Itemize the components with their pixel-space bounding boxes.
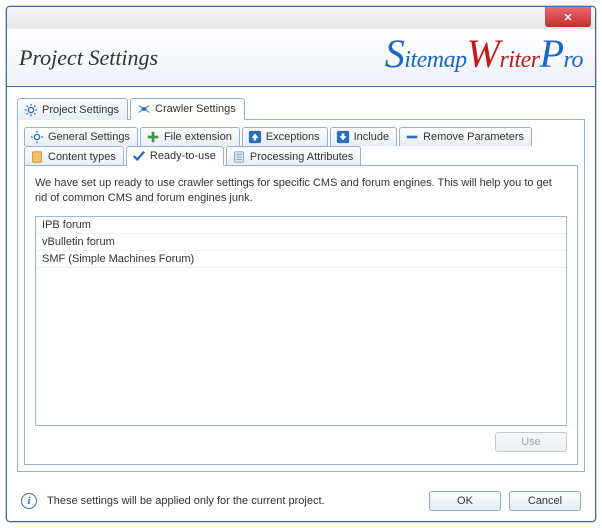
tab-label: File extension xyxy=(164,131,232,143)
spider-icon xyxy=(137,102,151,116)
footer-note: These settings will be applied only for … xyxy=(47,495,419,507)
inner-tab-row-1: General Settings File extension Exceptio… xyxy=(24,126,578,145)
tab-label: Include xyxy=(354,131,389,143)
tab-include[interactable]: Include xyxy=(330,127,397,146)
window-frame: ✕ Project Settings Sitemap Writer Pro Pr… xyxy=(6,6,596,522)
document-icon xyxy=(30,150,44,164)
info-icon: i xyxy=(21,493,37,509)
plus-icon xyxy=(146,130,160,144)
engine-listbox[interactable]: IPB forum vBulletin forum SMF (Simple Ma… xyxy=(35,216,567,426)
header: Project Settings Sitemap Writer Pro xyxy=(7,29,595,87)
ok-button[interactable]: OK xyxy=(429,491,501,511)
tab-label: General Settings xyxy=(48,131,130,143)
list-item[interactable]: IPB forum xyxy=(36,217,566,234)
tab-label: Ready-to-use xyxy=(150,150,216,162)
outer-tabs: Project Settings Crawler Settings Genera… xyxy=(17,97,585,472)
titlebar: ✕ xyxy=(7,7,595,29)
tab-remove-parameters[interactable]: Remove Parameters xyxy=(399,127,532,146)
use-button-row: Use xyxy=(35,432,567,452)
list-item[interactable]: SMF (Simple Machines Forum) xyxy=(36,251,566,268)
arrow-up-icon xyxy=(248,130,262,144)
tab-label: Remove Parameters xyxy=(423,131,524,143)
tab-processing-attributes[interactable]: Processing Attributes xyxy=(226,146,361,166)
gear-icon xyxy=(24,103,38,117)
tab-content-types[interactable]: Content types xyxy=(24,146,124,166)
outer-tab-row: Project Settings Crawler Settings xyxy=(17,97,585,119)
footer: i These settings will be applied only fo… xyxy=(21,491,581,511)
tab-exceptions[interactable]: Exceptions xyxy=(242,127,328,146)
ready-to-use-panel: We have set up ready to use crawler sett… xyxy=(24,165,578,465)
tab-crawler-settings[interactable]: Crawler Settings xyxy=(130,98,245,120)
gear-icon xyxy=(30,130,44,144)
tab-label: Exceptions xyxy=(266,131,320,143)
close-button[interactable]: ✕ xyxy=(545,7,591,27)
check-icon xyxy=(132,149,146,163)
tab-ready-to-use[interactable]: Ready-to-use xyxy=(126,146,224,166)
inner-tab-row-2: Content types Ready-to-use Processing At… xyxy=(24,145,578,165)
tab-label: Processing Attributes xyxy=(250,151,353,163)
list-item[interactable]: vBulletin forum xyxy=(36,234,566,251)
tab-label: Project Settings xyxy=(42,104,119,116)
cancel-button[interactable]: Cancel xyxy=(509,491,581,511)
tab-general-settings[interactable]: General Settings xyxy=(24,127,138,146)
close-icon: ✕ xyxy=(563,11,572,24)
tab-label: Content types xyxy=(48,151,116,163)
page-icon xyxy=(232,150,246,164)
tab-project-settings[interactable]: Project Settings xyxy=(17,98,128,120)
tab-label: Crawler Settings xyxy=(155,103,236,115)
footer-buttons: OK Cancel xyxy=(429,491,581,511)
outer-tab-content: General Settings File extension Exceptio… xyxy=(17,119,585,472)
minus-icon xyxy=(405,130,419,144)
logo: Sitemap Writer Pro xyxy=(385,42,583,74)
use-button[interactable]: Use xyxy=(495,432,567,452)
page-title: Project Settings xyxy=(19,45,158,71)
ready-to-use-description: We have set up ready to use crawler sett… xyxy=(35,176,567,206)
tab-file-extension[interactable]: File extension xyxy=(140,127,240,146)
arrow-down-icon xyxy=(336,130,350,144)
